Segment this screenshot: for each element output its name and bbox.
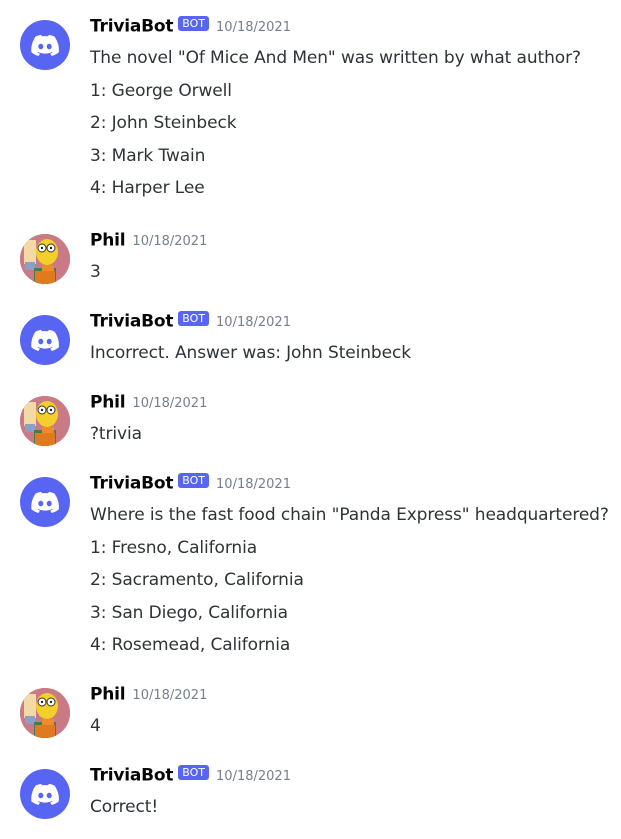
cartoon-character-avatar-icon xyxy=(20,396,70,446)
message-header: TriviaBot BOT 10/18/2021 xyxy=(90,16,291,40)
author-name[interactable]: Phil xyxy=(90,393,126,413)
message-text: 3 xyxy=(90,262,101,282)
discord-logo-icon xyxy=(31,491,59,513)
bot-avatar[interactable] xyxy=(20,769,70,819)
message-header: TriviaBot BOT 10/18/2021 xyxy=(90,311,291,335)
user-avatar[interactable] xyxy=(20,234,70,284)
cartoon-character-avatar-icon xyxy=(20,688,70,738)
timestamp[interactable]: 10/18/2021 xyxy=(216,315,291,330)
message-text: The novel "Of Mice And Men" was written … xyxy=(90,48,581,68)
author-name[interactable]: Phil xyxy=(90,685,126,705)
answer-option: 1: Fresno, California xyxy=(90,538,258,558)
timestamp[interactable]: 10/18/2021 xyxy=(132,396,207,411)
answer-option: 2: John Steinbeck xyxy=(90,113,237,133)
discord-logo-icon xyxy=(31,34,59,56)
bot-avatar[interactable] xyxy=(20,477,70,527)
discord-logo-icon xyxy=(31,783,59,805)
timestamp[interactable]: 10/18/2021 xyxy=(216,769,291,784)
message-header: Phil 10/18/2021 xyxy=(90,684,207,708)
answer-option: 2: Sacramento, California xyxy=(90,570,304,590)
answer-option: 3: San Diego, California xyxy=(90,603,288,623)
author-name[interactable]: TriviaBot xyxy=(90,474,173,494)
bot-badge: BOT xyxy=(178,473,210,488)
timestamp[interactable]: 10/18/2021 xyxy=(216,20,291,35)
answer-option: 4: Rosemead, California xyxy=(90,635,291,655)
message-text: Incorrect. Answer was: John Steinbeck xyxy=(90,343,411,363)
message-text: Correct! xyxy=(90,797,159,817)
answer-option: 3: Mark Twain xyxy=(90,146,206,166)
message-text: Where is the fast food chain "Panda Expr… xyxy=(90,505,609,525)
bot-badge: BOT xyxy=(178,311,210,326)
message-text: 4 xyxy=(90,716,101,736)
cartoon-character-avatar-icon xyxy=(20,234,70,284)
message-header: Phil 10/18/2021 xyxy=(90,230,207,254)
timestamp[interactable]: 10/18/2021 xyxy=(132,234,207,249)
answer-option: 1: George Orwell xyxy=(90,81,232,101)
message-header: TriviaBot BOT 10/18/2021 xyxy=(90,473,291,497)
answer-option: 4: Harper Lee xyxy=(90,178,205,198)
user-avatar[interactable] xyxy=(20,688,70,738)
bot-badge: BOT xyxy=(178,765,210,780)
message-text: ?trivia xyxy=(90,424,142,444)
message-header: Phil 10/18/2021 xyxy=(90,392,207,416)
discord-logo-icon xyxy=(31,329,59,351)
author-name[interactable]: Phil xyxy=(90,231,126,251)
user-avatar[interactable] xyxy=(20,396,70,446)
bot-avatar[interactable] xyxy=(20,20,70,70)
timestamp[interactable]: 10/18/2021 xyxy=(132,688,207,703)
message-header: TriviaBot BOT 10/18/2021 xyxy=(90,765,291,789)
bot-badge: BOT xyxy=(178,16,210,31)
author-name[interactable]: TriviaBot xyxy=(90,312,173,332)
author-name[interactable]: TriviaBot xyxy=(90,766,173,786)
timestamp[interactable]: 10/18/2021 xyxy=(216,477,291,492)
author-name[interactable]: TriviaBot xyxy=(90,17,173,37)
bot-avatar[interactable] xyxy=(20,315,70,365)
